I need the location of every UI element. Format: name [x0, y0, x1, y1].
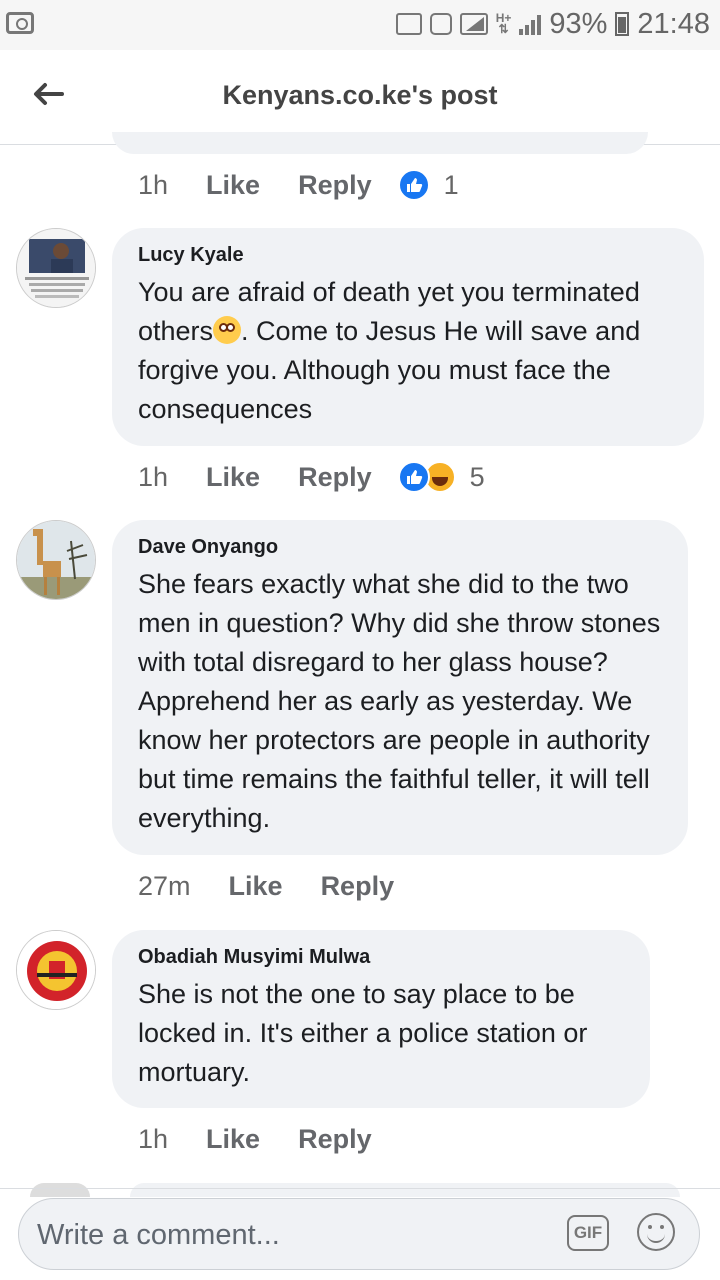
like-reaction-icon — [397, 461, 430, 493]
emoji-picker-icon[interactable] — [637, 1213, 675, 1251]
header-bar: Kenyans.co.ke's post — [0, 50, 720, 145]
cast-icon — [395, 13, 422, 35]
comment-bubble: Dave Onyango She fears exactly what she … — [112, 520, 688, 855]
comment-time: 27m — [138, 870, 191, 901]
avatar[interactable] — [16, 930, 96, 1010]
comment-author[interactable]: Lucy Kyale — [138, 244, 678, 267]
avatar[interactable] — [16, 228, 96, 308]
comment-bubble: Lucy Kyale You are afraid of death yet y… — [112, 228, 704, 446]
comment-time: 1h — [138, 1123, 169, 1154]
reactions[interactable]: 5 — [397, 461, 485, 493]
page-title: Kenyans.co.ke's post — [222, 80, 498, 110]
comment-author[interactable]: Obadiah Musyimi Mulwa — [138, 946, 624, 969]
like-button[interactable]: Like — [229, 871, 283, 902]
avatar[interactable] — [16, 520, 96, 600]
signal-bars-icon — [519, 13, 542, 35]
reply-button[interactable]: Reply — [298, 1124, 372, 1155]
reaction-count: 5 — [469, 461, 485, 492]
reply-button[interactable]: Reply — [298, 462, 372, 493]
reply-button[interactable]: Reply — [298, 170, 372, 201]
next-comment-bubble — [130, 1183, 680, 1197]
network-type-label: H+ ⇅ — [495, 11, 512, 36]
comment-bubble: Obadiah Musyimi Mulwa She is not the one… — [112, 930, 650, 1108]
like-button[interactable]: Like — [206, 170, 260, 201]
battery-percent: 93% — [549, 7, 608, 40]
gif-button[interactable]: GIF — [567, 1215, 609, 1251]
comment-time: 1h — [138, 461, 169, 492]
reactions[interactable]: 1 — [397, 169, 459, 201]
battery-icon — [615, 12, 630, 36]
reaction-count: 1 — [443, 169, 459, 200]
like-button[interactable]: Like — [206, 1124, 260, 1155]
camera-notification-icon — [6, 12, 34, 34]
divider — [0, 1188, 720, 1189]
next-comment-avatar — [30, 1183, 90, 1197]
comment-meta: 1h Like Reply — [138, 1119, 410, 1159]
reply-button[interactable]: Reply — [321, 871, 395, 902]
signal-box-icon — [459, 13, 488, 35]
comment-time: 1h — [138, 169, 169, 200]
comment-text: She is not the one to say place to be lo… — [138, 979, 588, 1087]
previous-comment-bubble — [112, 132, 648, 154]
status-icons: H+ ⇅ 93% 21:48 — [395, 6, 710, 42]
flushed-face-emoji-icon — [213, 316, 242, 344]
comment-composer: GIF — [18, 1198, 700, 1270]
comment-meta: 27m Like Reply — [138, 866, 432, 906]
clock: 21:48 — [637, 7, 710, 40]
comment-text: You are afraid of death yet you terminat… — [138, 277, 641, 424]
comment-meta: 1h Like Reply 1 — [138, 165, 459, 205]
comment-text: She fears exactly what she did to the tw… — [138, 569, 661, 833]
like-reaction-icon — [397, 169, 430, 201]
comment-meta: 1h Like Reply 5 — [138, 457, 485, 497]
status-bar: H+ ⇅ 93% 21:48 — [0, 0, 720, 50]
phone-icon — [429, 13, 452, 35]
like-button[interactable]: Like — [206, 462, 260, 493]
comment-author[interactable]: Dave Onyango — [138, 536, 662, 559]
comment-input[interactable] — [35, 1213, 539, 1257]
